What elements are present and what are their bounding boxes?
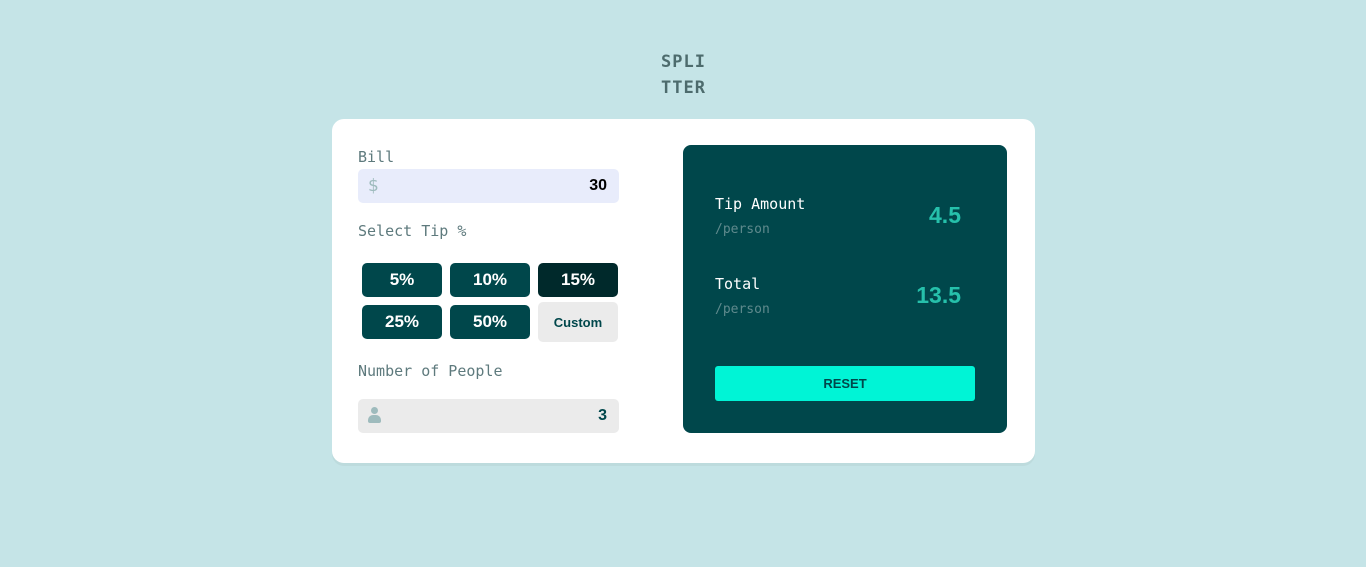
tip-50-button[interactable]: 50%	[450, 305, 530, 339]
total-value: 13.5	[916, 282, 961, 308]
bill-field[interactable]: $	[358, 169, 619, 203]
app-logo: SPLI TTER	[661, 49, 709, 101]
tip-5-button[interactable]: 5%	[362, 263, 442, 297]
tip-amount-value: 4.5	[929, 202, 961, 228]
number-of-people-label: Number of People	[358, 362, 503, 380]
person-icon	[368, 407, 381, 425]
bill-input[interactable]	[407, 169, 607, 203]
reset-button[interactable]: RESET	[715, 366, 975, 401]
dollar-icon: $	[368, 176, 379, 196]
tip-amount-per-person: /person	[715, 222, 770, 237]
people-field[interactable]	[358, 399, 619, 433]
logo-line-1: SPLI	[661, 52, 706, 72]
tip-amount-label: Tip Amount	[715, 195, 806, 213]
select-tip-label: Select Tip %	[358, 222, 467, 240]
tip-10-button[interactable]: 10%	[450, 263, 530, 297]
calculator-card: Bill $ Select Tip % 5% 10% 15% 25% 50% C…	[332, 119, 1035, 463]
page: SPLI TTER Bill $ Select Tip % 5% 10% 15%…	[0, 0, 1366, 567]
people-input[interactable]	[407, 399, 607, 433]
total-label: Total	[715, 275, 761, 293]
tip-15-button[interactable]: 15%	[538, 263, 618, 297]
bill-label: Bill	[358, 148, 395, 166]
results-panel: Tip Amount /person 4.5 Total /person 13.…	[683, 145, 1007, 433]
custom-tip-button[interactable]: Custom	[538, 302, 618, 342]
total-per-person: /person	[715, 302, 770, 317]
tip-25-button[interactable]: 25%	[362, 305, 442, 339]
logo-line-2: TTER	[661, 78, 706, 98]
